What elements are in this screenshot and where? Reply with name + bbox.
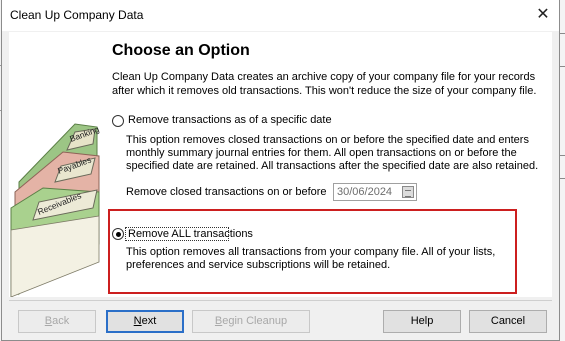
window-title: Clean Up Company Data (10, 8, 144, 22)
title-bar: Clean Up Company Data ✕ (2, 0, 559, 31)
date-value: 30/06/2024 (337, 186, 393, 198)
option-remove-all-label[interactable]: Remove ALL transactions (128, 228, 253, 240)
file-folders-illustration: Banking Payables Receivables (9, 32, 102, 297)
dialog-content: Banking Payables Receivables Choose an O… (9, 32, 552, 297)
calendar-icon[interactable] (402, 186, 414, 198)
next-button[interactable]: Next (106, 310, 184, 333)
back-button[interactable]: Back (18, 310, 96, 333)
cancel-button[interactable]: Cancel (469, 310, 547, 333)
button-separator (9, 300, 552, 301)
help-button[interactable]: Help (383, 310, 461, 333)
option-specific-date-radio[interactable] (112, 115, 124, 127)
date-field-label: Remove closed transactions on or before (126, 186, 327, 198)
option-specific-date-description: This option removes closed transactions … (126, 134, 539, 172)
clean-up-dialog: Clean Up Company Data ✕ Banking Payables… (1, 0, 560, 341)
intro-text: Clean Up Company Data creates an archive… (112, 71, 537, 97)
close-icon[interactable]: ✕ (531, 4, 555, 26)
option-specific-date-label[interactable]: Remove transactions as of a specific dat… (128, 114, 332, 126)
option-remove-all-description: This option removes all transactions fro… (126, 246, 496, 271)
page-heading: Choose an Option (112, 42, 250, 59)
begin-cleanup-button[interactable]: Begin Cleanup (192, 310, 310, 333)
option-remove-all-radio[interactable] (112, 228, 124, 240)
cleanup-date-field[interactable]: 30/06/2024 (333, 183, 417, 201)
